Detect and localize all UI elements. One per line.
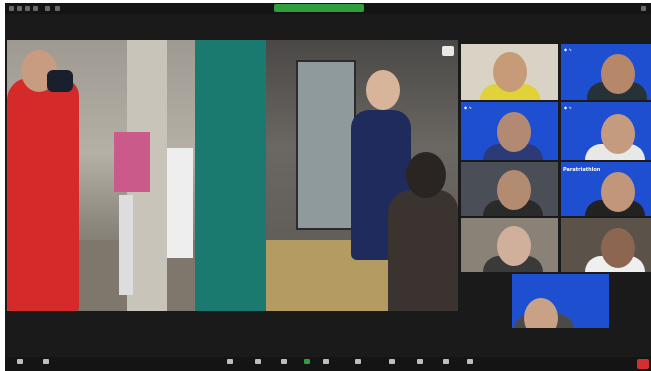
slide-divider-band [195,40,266,311]
participant-video-tile[interactable]: Paratriathlon [561,162,651,216]
staff-person [7,78,79,311]
security-button[interactable] [219,358,241,370]
top-bar [5,3,651,14]
person-in-foreground [388,190,458,311]
zoom-meeting-window: ◆ ∿ ◆ ∿ ◆ ∿ Paratriathlon [5,3,651,371]
participants-icon [255,359,261,364]
end-meeting-button[interactable] [637,359,649,369]
breakout-icon [389,359,395,364]
security-icon [227,359,233,364]
polls-icon [323,359,329,364]
participant-video-tile[interactable] [561,218,651,272]
shared-screen [7,40,458,311]
chat-button[interactable] [273,358,295,370]
fullscreen-icon[interactable] [641,6,646,11]
participants-button[interactable] [247,358,269,370]
video-icon [43,359,49,364]
sanitizer-sign [114,132,150,192]
participant-video-tile[interactable]: ◆ ∿ [561,102,651,160]
organization-logo: ◆ ∿ [564,105,572,110]
shield-icon[interactable] [17,6,22,11]
info-icon[interactable] [9,6,14,11]
participant-video-tile[interactable]: ◆ ∿ [461,102,558,160]
chat-icon [281,359,287,364]
meeting-toolbar [5,357,651,371]
record-icon [355,359,361,364]
apps-button[interactable] [435,358,457,370]
reactions-icon [417,359,423,364]
shared-photo-right [266,40,458,311]
face-mask [47,70,73,92]
more-icon [467,359,473,364]
share-logo-icon [442,46,454,56]
grid-icon[interactable] [55,6,60,11]
more-button[interactable] [459,358,481,370]
video-button[interactable] [35,358,57,370]
participant-video-tile[interactable] [461,44,558,100]
share-screen-icon [304,359,310,364]
view-options-icon[interactable] [45,6,50,11]
apps-icon [443,359,449,364]
mute-button[interactable] [9,358,31,370]
participant-video-tile[interactable] [461,162,558,216]
signal-icon[interactable] [25,6,30,11]
glass-door [296,60,356,230]
participant-video-tile[interactable] [512,274,609,328]
notice-board [167,148,193,258]
recording-indicator-icon [33,6,38,11]
organization-logo: ◆ ∿ [464,105,472,110]
mute-icon [17,359,23,364]
view-options-button[interactable] [274,4,364,12]
breakout-rooms-button[interactable] [381,358,403,370]
participant-video-tile[interactable] [461,218,558,272]
participant-video-tile[interactable]: ◆ ∿ [561,44,651,100]
sanitizer-stand [119,195,133,295]
organization-logo: ◆ ∿ [564,47,572,52]
paratriathlon-logo: Paratriathlon [563,167,601,173]
record-button[interactable] [347,358,369,370]
shared-photo-left [7,40,195,311]
polls-button[interactable] [315,358,337,370]
reactions-button[interactable] [409,358,431,370]
